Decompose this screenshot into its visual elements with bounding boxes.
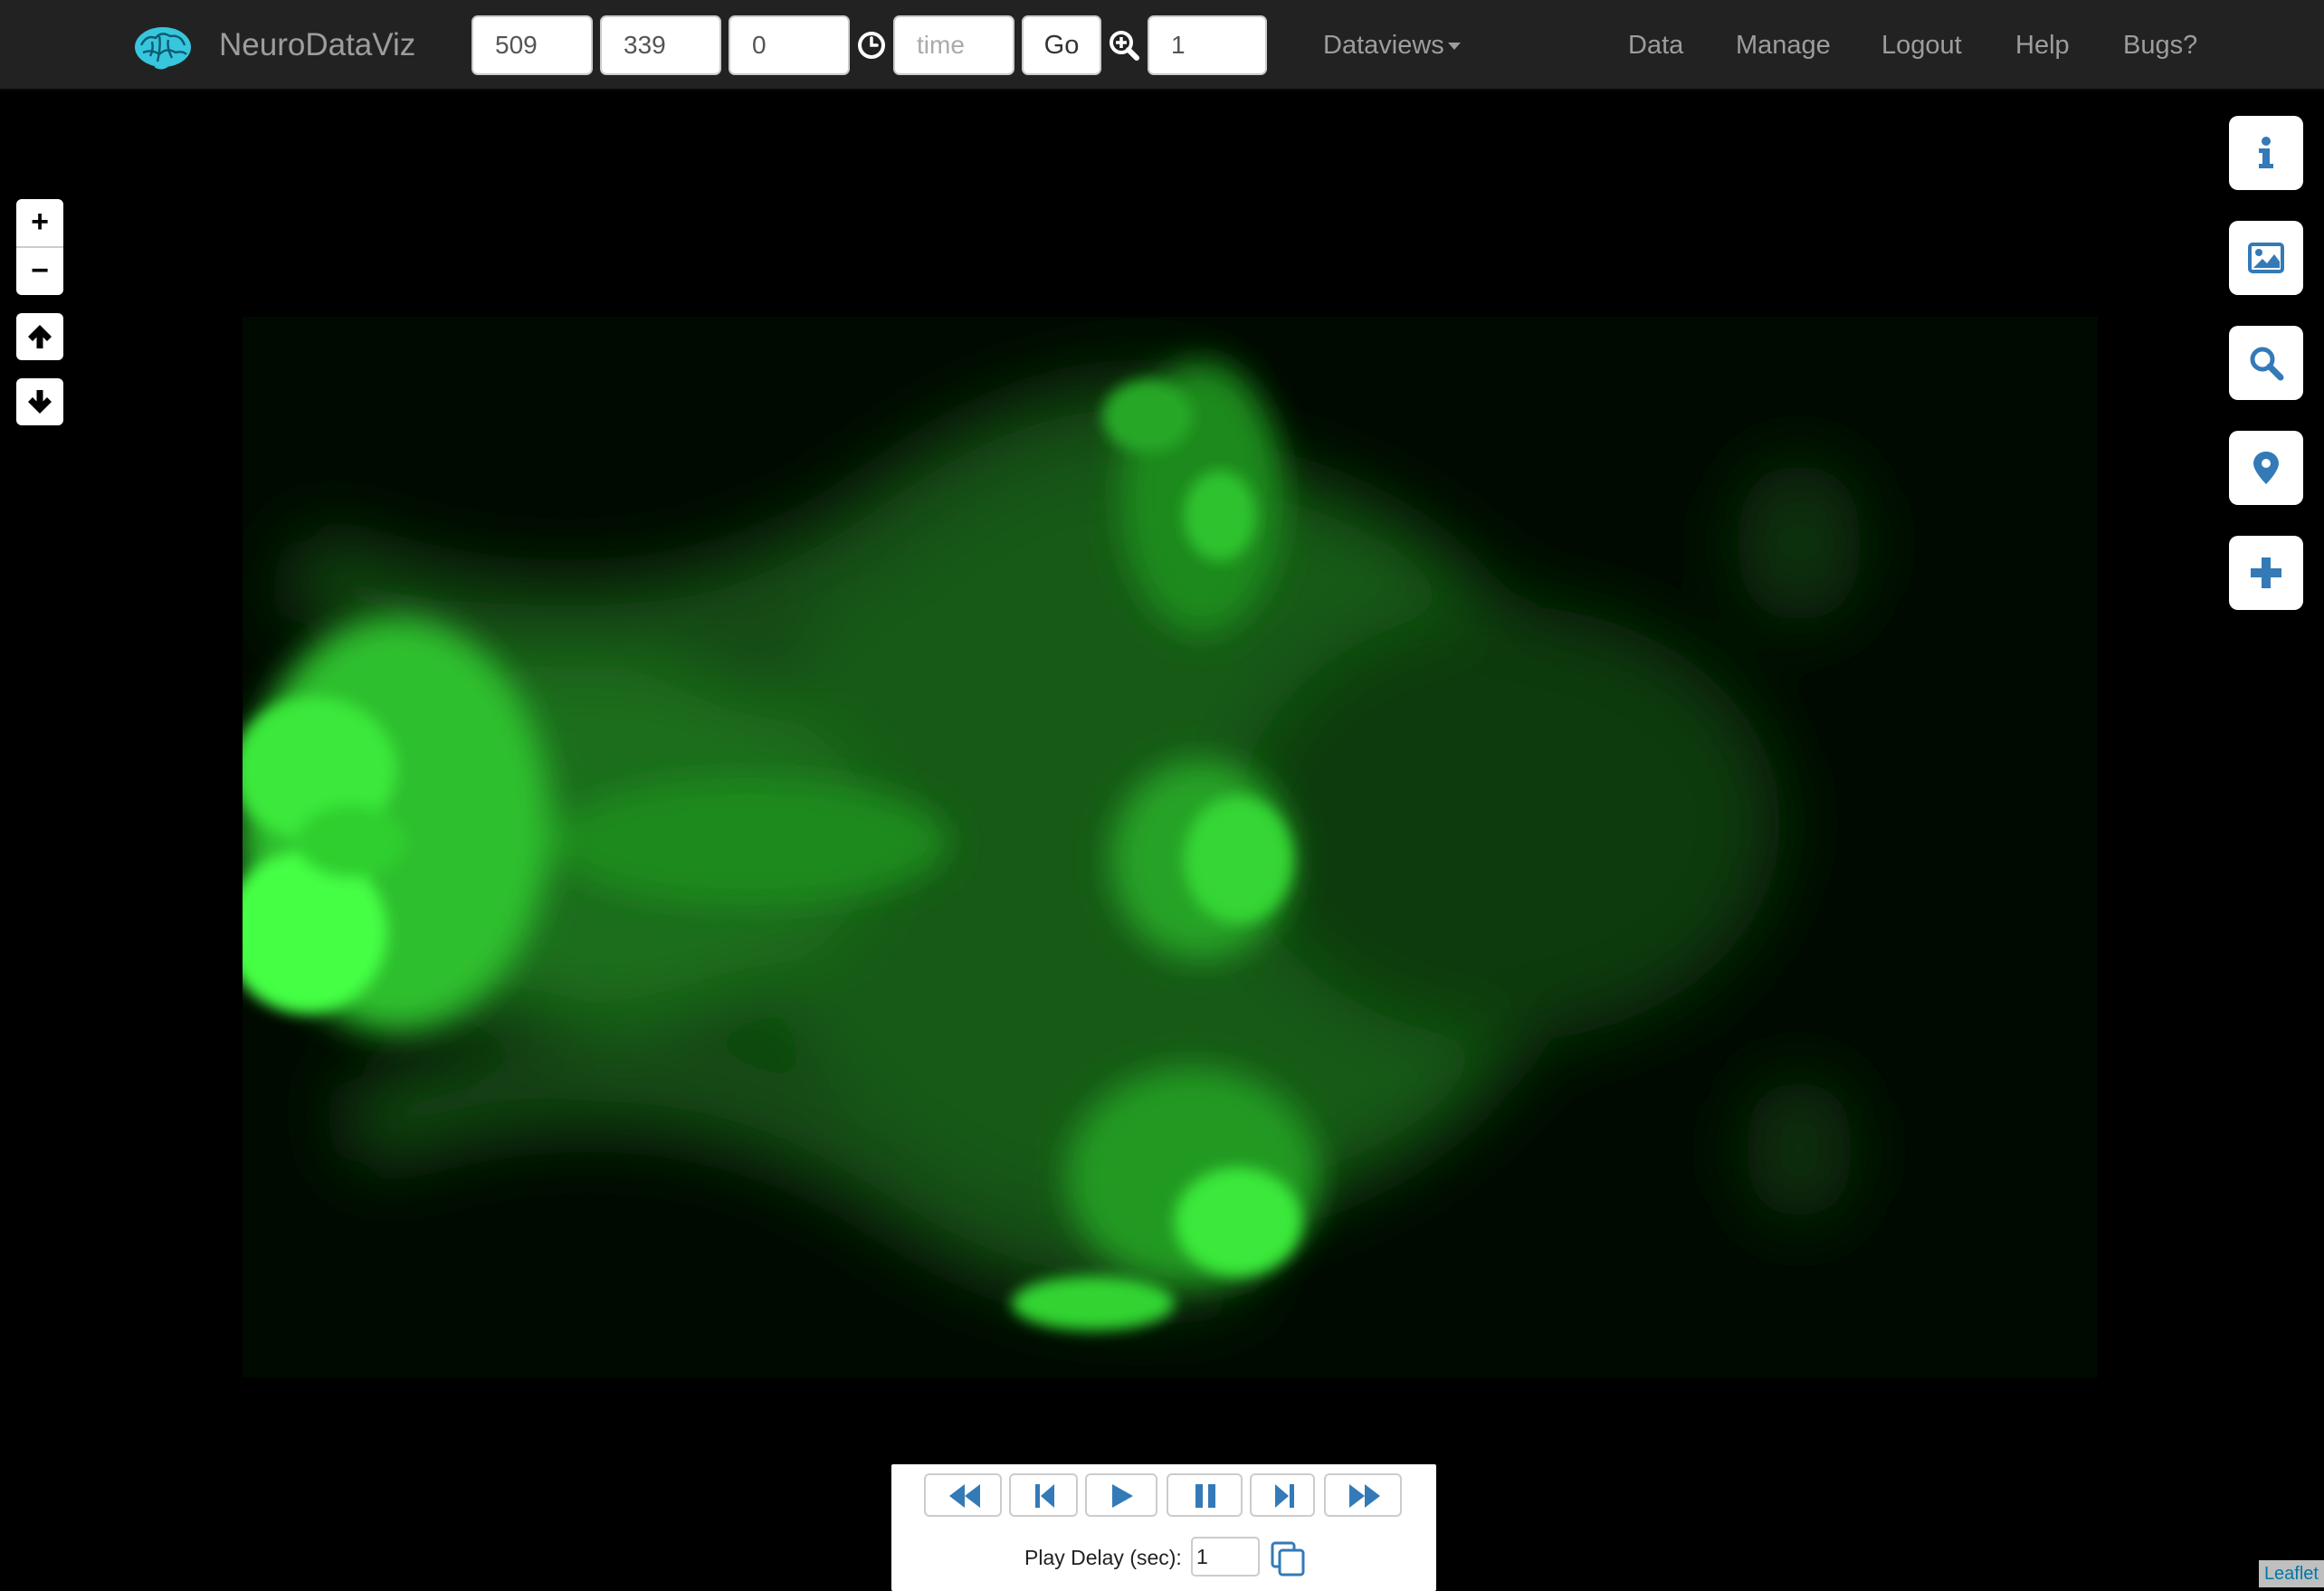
pause-icon [1195, 1484, 1215, 1508]
time-input[interactable] [893, 15, 1014, 75]
add-button[interactable] [2229, 536, 2303, 610]
fast-backward-icon [949, 1484, 980, 1508]
nav-link-manage[interactable]: Manage [1736, 27, 1831, 63]
brain-logo-icon[interactable] [132, 24, 194, 71]
dataviews-label: Dataviews [1323, 31, 1444, 60]
slice-down-button[interactable] [16, 378, 63, 425]
fast-forward-button[interactable] [1324, 1473, 1402, 1517]
play-icon [1112, 1484, 1133, 1508]
image-button[interactable] [2229, 221, 2303, 295]
nav-link-data[interactable]: Data [1628, 27, 1683, 63]
copy-icon[interactable] [1270, 1540, 1306, 1577]
map-marker-button[interactable] [2229, 431, 2303, 505]
leaflet-attribution[interactable]: Leaflet [2258, 1560, 2324, 1587]
playback-panel: Play Delay (sec): [891, 1464, 1436, 1591]
slice-up-button[interactable] [16, 313, 63, 360]
fast-forward-icon [1349, 1484, 1380, 1508]
x-coordinate-input[interactable] [471, 15, 593, 75]
step-backward-button[interactable] [1009, 1473, 1078, 1517]
image-icon [2248, 243, 2284, 273]
nav-link-bugs[interactable]: Bugs? [2123, 27, 2197, 63]
play-delay-input[interactable] [1191, 1537, 1260, 1577]
arrow-up-icon [28, 325, 52, 348]
zoom-in-icon [1110, 31, 1139, 61]
clock-icon [858, 32, 885, 59]
dataviews-dropdown[interactable]: Dataviews [1323, 27, 1461, 63]
top-navbar: NeuroDataViz Go Dataviews Data Manage Lo… [0, 0, 2324, 91]
play-button[interactable] [1085, 1473, 1157, 1517]
step-forward-button[interactable] [1250, 1473, 1315, 1517]
caret-down-icon [1447, 43, 1461, 51]
go-button[interactable]: Go [1022, 15, 1101, 75]
zoom-in-button[interactable]: + [16, 199, 63, 246]
step-backward-icon [1035, 1484, 1054, 1508]
plus-icon [2251, 557, 2281, 588]
map-marker-icon [2253, 452, 2279, 484]
info-icon [2259, 137, 2273, 168]
map-viewer[interactable]: + − Play Delay (sec): 1 Leaflet [0, 91, 2324, 1591]
search-icon [2250, 347, 2284, 381]
arrow-down-icon [28, 390, 52, 414]
nav-link-logout[interactable]: Logout [1881, 27, 1962, 63]
pause-button[interactable] [1167, 1473, 1243, 1517]
play-delay-label: Play Delay (sec): [1024, 1546, 1182, 1569]
info-button[interactable] [2229, 116, 2303, 190]
fluorescence-image[interactable] [243, 317, 2098, 1377]
zoom-control: + − [16, 199, 63, 295]
nav-link-help[interactable]: Help [2015, 27, 2070, 63]
fast-backward-button[interactable] [924, 1473, 1002, 1517]
brand-name[interactable]: NeuroDataViz [219, 25, 415, 65]
step-forward-icon [1275, 1484, 1294, 1508]
zoom-level-input[interactable] [1148, 15, 1267, 75]
y-coordinate-input[interactable] [600, 15, 721, 75]
z-coordinate-input[interactable] [729, 15, 850, 75]
search-button[interactable] [2229, 326, 2303, 400]
zoom-out-button[interactable]: − [16, 246, 63, 295]
